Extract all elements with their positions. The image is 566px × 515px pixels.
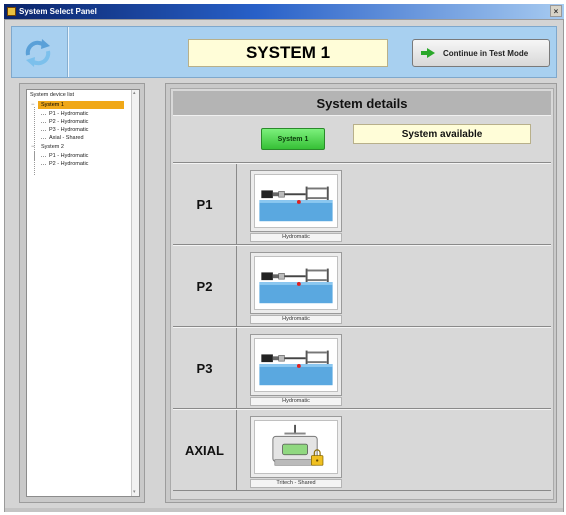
- scroll-down-icon[interactable]: ▾: [133, 490, 138, 495]
- green-arrow-icon: [421, 48, 435, 58]
- system-title: SYSTEM 1: [188, 39, 388, 67]
- header-divider: [67, 27, 69, 77]
- device-tile[interactable]: [250, 334, 342, 396]
- device-row-p2: P2 Hydromatic: [173, 245, 551, 327]
- hydromatic-pump-icon: [254, 256, 338, 310]
- device-caption: Tritech - Shared: [250, 479, 342, 488]
- app-icon: [7, 7, 16, 16]
- system-details-panel: System details System 1 System available…: [165, 83, 557, 503]
- device-label: P2: [173, 246, 237, 326]
- system-badge[interactable]: System 1: [261, 128, 325, 150]
- device-caption: Hydromatic: [250, 397, 342, 406]
- window-titlebar[interactable]: System Select Panel ×: [4, 4, 564, 19]
- device-label: P3: [173, 328, 237, 408]
- collapse-toggle-icon[interactable]: −: [31, 144, 37, 150]
- details-heading: System details: [173, 91, 551, 115]
- window-title: System Select Panel: [19, 7, 97, 16]
- system-details-inner: System details System 1 System available…: [170, 88, 554, 500]
- tree-connector: [41, 164, 46, 165]
- bottom-status-bar: [5, 508, 563, 512]
- device-caption: Hydromatic: [250, 233, 342, 242]
- tree-item-p3[interactable]: P3 - Hydromatic: [49, 126, 88, 134]
- device-row-axial: AXIAL Tritech - Shared: [173, 409, 551, 491]
- device-tile[interactable]: [250, 170, 342, 232]
- header-bar: SYSTEM 1 Continue in Test Mode: [11, 26, 557, 78]
- tree-connector: [41, 130, 46, 131]
- continue-test-mode-button[interactable]: Continue in Test Mode: [412, 39, 550, 67]
- device-label: AXIAL: [173, 410, 237, 490]
- device-tile[interactable]: [250, 416, 342, 478]
- device-tree-panel: System device list − System 1 P1 - Hydro…: [19, 83, 145, 503]
- tree-connector: [41, 156, 46, 157]
- tree-item-system-2[interactable]: System 2: [41, 143, 64, 151]
- availability-status: System available: [353, 124, 531, 144]
- tree-connector: [41, 114, 46, 115]
- tree-item-s2-p2[interactable]: P2 - Hydromatic: [49, 160, 88, 168]
- tree-connector: [41, 138, 46, 139]
- shared-device-lock-icon: [254, 420, 338, 474]
- hydromatic-pump-icon: [254, 174, 338, 228]
- tree-item-p2[interactable]: P2 - Hydromatic: [49, 118, 88, 126]
- device-caption: Hydromatic: [250, 315, 342, 324]
- tree-item-s2-p1[interactable]: P1 - Hydromatic: [49, 152, 88, 160]
- hydromatic-pump-icon: [254, 338, 338, 392]
- tree-connector: [41, 122, 46, 123]
- scroll-up-icon[interactable]: ▴: [133, 91, 138, 96]
- tree-item-axial[interactable]: Axial - Shared: [49, 134, 84, 142]
- refresh-arrows-icon[interactable]: [20, 35, 56, 71]
- continue-label: Continue in Test Mode: [443, 48, 529, 58]
- tree-item-system-1[interactable]: System 1: [38, 101, 124, 109]
- device-tile[interactable]: [250, 252, 342, 314]
- tree-scrollbar[interactable]: ▴ ▾: [131, 90, 139, 496]
- tree-guide: [34, 151, 35, 175]
- collapse-toggle-icon[interactable]: −: [31, 102, 37, 108]
- device-tree[interactable]: System device list − System 1 P1 - Hydro…: [26, 89, 140, 497]
- close-button[interactable]: ×: [550, 5, 562, 17]
- tree-item-p1[interactable]: P1 - Hydromatic: [49, 110, 88, 118]
- device-label: P1: [173, 164, 237, 244]
- device-row-p1: P1 Hydromatic: [173, 163, 551, 245]
- main-window: SYSTEM 1 Continue in Test Mode System de…: [4, 19, 564, 512]
- tree-header: System device list: [30, 92, 75, 98]
- status-row: System 1 System available: [173, 115, 551, 163]
- device-row-p3: P3 Hydromatic: [173, 327, 551, 409]
